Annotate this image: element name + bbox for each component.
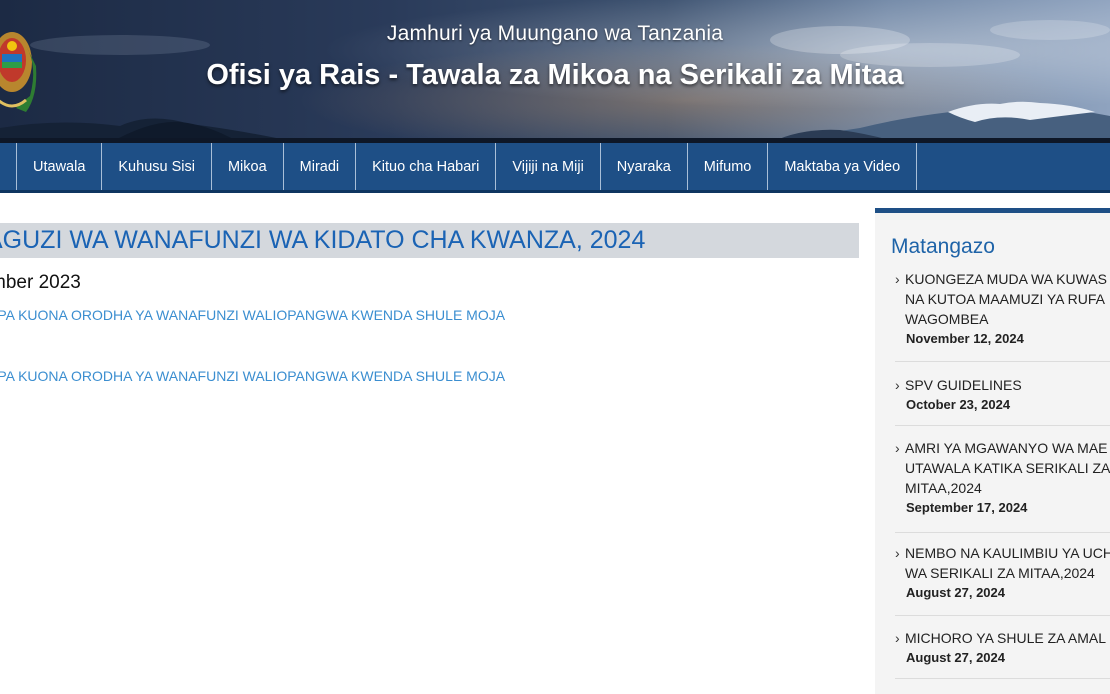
announcement-date: October 23, 2024	[906, 397, 1011, 412]
announcement-item[interactable]: › AMRI YA MGAWANYO WA MAE UTAWALA KATIKA…	[895, 438, 1110, 533]
banner-subtitle: Jamhuri ya Muungano wa Tanzania	[386, 22, 724, 45]
nav-item-kituo-cha-habari[interactable]: Kituo cha Habari	[356, 143, 497, 190]
announcement-title[interactable]: › AMRI YA MGAWANYO WA MAE UTAWALA KATIKA…	[895, 438, 1110, 498]
header-banner: Jamhuri ya Muungano wa Tanzania Ofisi ya…	[0, 0, 1110, 143]
chevron-right-icon: ›	[895, 630, 900, 646]
chevron-right-icon: ›	[895, 440, 900, 456]
article-title: AGUZI WA WANAFUNZI WA KIDATO CHA KWANZA,…	[0, 226, 646, 254]
nav-item-home[interactable]	[0, 143, 17, 190]
announcement-item[interactable]: › NEMBO NA KAULIMBIU YA UCH WA SERIKALI …	[895, 543, 1110, 616]
article-date: mber 2023	[0, 272, 81, 293]
chevron-right-icon: ›	[895, 377, 900, 393]
chevron-right-icon: ›	[895, 545, 900, 561]
announcement-item[interactable]: › MICHORO YA SHULE ZA AMAL August 27, 20…	[895, 628, 1110, 679]
nav-item-kuhusu-sisi[interactable]: Kuhusu Sisi	[102, 143, 212, 190]
announcement-date: August 27, 2024	[906, 650, 1005, 665]
nav-item-mifumo[interactable]: Mifumo	[688, 143, 769, 190]
announcement-title[interactable]: › MICHORO YA SHULE ZA AMAL	[895, 628, 1110, 648]
student-list-link-1[interactable]: APA KUONA ORODHA YA WANAFUNZI WALIOPANGW…	[0, 307, 505, 323]
announcement-title[interactable]: › NEMBO NA KAULIMBIU YA UCH WA SERIKALI …	[895, 543, 1110, 583]
announcement-item[interactable]: › SPV GUIDELINES October 23, 2024	[895, 375, 1110, 426]
main-navigation: Utawala Kuhusu Sisi Mikoa Miradi Kituo c…	[0, 143, 1110, 193]
announcement-title[interactable]: › KUONGEZA MUDA WA KUWAS NA KUTOA MAAMUZ…	[895, 269, 1110, 329]
nav-item-miradi[interactable]: Miradi	[284, 143, 357, 190]
nav-item-nyaraka[interactable]: Nyaraka	[601, 143, 688, 190]
nav-item-mikoa[interactable]: Mikoa	[212, 143, 284, 190]
chevron-right-icon: ›	[895, 271, 900, 287]
nav-item-utawala[interactable]: Utawala	[17, 143, 103, 190]
student-list-link-2[interactable]: APA KUONA ORODHA YA WANAFUNZI WALIOPANGW…	[0, 368, 505, 384]
announcement-title[interactable]: › SPV GUIDELINES	[895, 375, 1110, 395]
announcement-date: August 27, 2024	[906, 585, 1005, 600]
announcement-date: November 12, 2024	[906, 331, 1024, 346]
nav-item-maktaba-ya-video[interactable]: Maktaba ya Video	[768, 143, 918, 190]
announcement-item[interactable]: › KUONGEZA MUDA WA KUWAS NA KUTOA MAAMUZ…	[895, 269, 1110, 362]
announcement-date: September 17, 2024	[906, 500, 1028, 515]
banner-title: Ofisi ya Rais - Tawala za Mikoa na Serik…	[206, 59, 904, 91]
nav-item-vijiji-na-miji[interactable]: Vijiji na Miji	[496, 143, 601, 190]
announcements-sidebar: Matangazo › KUONGEZA MUDA WA KUWAS NA KU…	[875, 208, 1110, 694]
sidebar-heading: Matangazo	[891, 235, 995, 258]
